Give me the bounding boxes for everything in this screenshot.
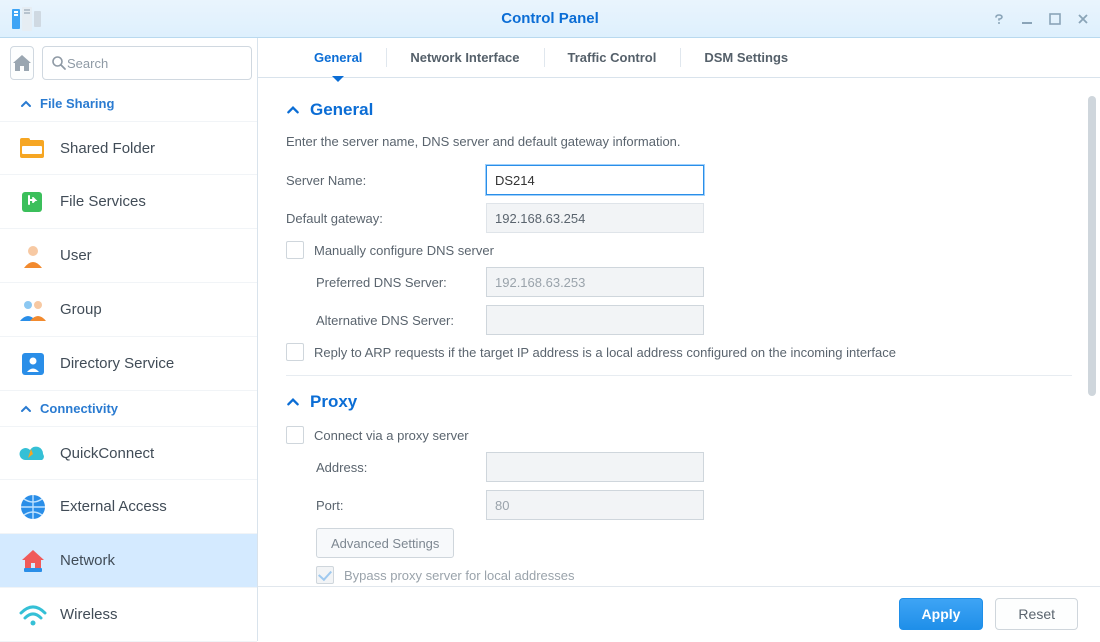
chevron-up-icon: [286, 103, 300, 117]
sidebar-item-wireless[interactable]: Wireless: [0, 588, 257, 642]
titlebar: Control Panel: [0, 0, 1100, 38]
tabs: General Network Interface Traffic Contro…: [258, 38, 1100, 78]
window-title: Control Panel: [0, 10, 1100, 27]
server-name-label: Server Name:: [286, 173, 486, 188]
file-services-icon: [18, 187, 48, 217]
advanced-settings-label: Advanced Settings: [331, 536, 439, 551]
tab-network-interface[interactable]: Network Interface: [386, 38, 543, 77]
network-icon: [18, 546, 48, 576]
sidebar-item-label: Network: [60, 552, 115, 569]
manual-dns-checkbox[interactable]: [286, 241, 304, 259]
proxy-port-input: [486, 490, 704, 520]
section-connectivity[interactable]: Connectivity: [0, 391, 257, 426]
sidebar-item-label: File Services: [60, 193, 146, 210]
apply-button[interactable]: Apply: [899, 598, 984, 630]
group-title: Proxy: [310, 392, 357, 412]
search-input[interactable]: [67, 56, 243, 71]
bypass-proxy-label: Bypass proxy server for local addresses: [344, 568, 574, 583]
alt-dns-input: [486, 305, 704, 335]
general-description: Enter the server name, DNS server and de…: [286, 134, 1072, 149]
proxy-connect-label: Connect via a proxy server: [314, 428, 469, 443]
sidebar-item-file-services[interactable]: File Services: [0, 175, 257, 229]
preferred-dns-input: [486, 267, 704, 297]
scrollbar[interactable]: [1088, 96, 1096, 396]
sidebar-item-label: Group: [60, 301, 102, 318]
proxy-connect-checkbox[interactable]: [286, 426, 304, 444]
tab-label: General: [314, 50, 362, 65]
app-icon: [12, 7, 42, 31]
sidebar-item-quickconnect[interactable]: QuickConnect: [0, 426, 257, 480]
tab-label: Network Interface: [410, 50, 519, 65]
group-title: General: [310, 100, 373, 120]
search-box[interactable]: [42, 46, 252, 80]
proxy-port-label: Port:: [316, 498, 486, 513]
group-icon: [18, 295, 48, 325]
bypass-proxy-checkbox: [316, 566, 334, 584]
sidebar-item-external-access[interactable]: External Access: [0, 480, 257, 534]
chevron-up-icon: [20, 403, 32, 415]
sidebar-item-label: External Access: [60, 498, 167, 515]
search-icon: [51, 55, 67, 71]
group-general-header[interactable]: General: [286, 100, 1072, 120]
sidebar-item-label: Shared Folder: [60, 140, 155, 157]
directory-icon: [18, 349, 48, 379]
group-proxy-header[interactable]: Proxy: [286, 392, 1072, 412]
sidebar-item-label: Wireless: [60, 606, 118, 623]
chevron-up-icon: [286, 395, 300, 409]
advanced-settings-button: Advanced Settings: [316, 528, 454, 558]
reset-label: Reset: [1018, 606, 1055, 622]
server-name-input[interactable]: [486, 165, 704, 195]
maximize-icon[interactable]: [1048, 12, 1062, 26]
home-icon: [11, 53, 33, 73]
tab-label: Traffic Control: [568, 50, 657, 65]
tab-label: DSM Settings: [704, 50, 788, 65]
footer: Apply Reset: [258, 586, 1100, 641]
apply-label: Apply: [922, 606, 961, 622]
globe-icon: [18, 492, 48, 522]
preferred-dns-label: Preferred DNS Server:: [316, 275, 486, 290]
main: General Network Interface Traffic Contro…: [258, 38, 1100, 641]
arp-label: Reply to ARP requests if the target IP a…: [314, 345, 896, 360]
proxy-address-label: Address:: [316, 460, 486, 475]
manual-dns-label: Manually configure DNS server: [314, 243, 494, 258]
cloud-icon: [18, 438, 48, 468]
section-label: File Sharing: [40, 96, 114, 111]
help-icon[interactable]: [992, 12, 1006, 26]
sidebar-item-shared-folder[interactable]: Shared Folder: [0, 121, 257, 175]
divider: [286, 375, 1072, 376]
sidebar-item-directory-service[interactable]: Directory Service: [0, 337, 257, 391]
default-gateway-input[interactable]: [486, 203, 704, 233]
folder-icon: [18, 133, 48, 163]
sidebar-item-label: User: [60, 247, 92, 264]
arp-checkbox[interactable]: [286, 343, 304, 361]
close-icon[interactable]: [1076, 12, 1090, 26]
tab-general[interactable]: General: [290, 38, 386, 77]
content: General Enter the server name, DNS serve…: [258, 78, 1100, 586]
sidebar: File Sharing Shared Folder File Services…: [0, 38, 258, 641]
home-button[interactable]: [10, 46, 34, 80]
sidebar-item-group[interactable]: Group: [0, 283, 257, 337]
default-gateway-label: Default gateway:: [286, 211, 486, 226]
chevron-up-icon: [20, 98, 32, 110]
alt-dns-label: Alternative DNS Server:: [316, 313, 486, 328]
sidebar-item-label: Directory Service: [60, 355, 174, 372]
tab-dsm-settings[interactable]: DSM Settings: [680, 38, 812, 77]
minimize-icon[interactable]: [1020, 12, 1034, 26]
sidebar-item-network[interactable]: Network: [0, 534, 257, 588]
wifi-icon: [18, 600, 48, 630]
section-file-sharing[interactable]: File Sharing: [0, 86, 257, 121]
sidebar-item-user[interactable]: User: [0, 229, 257, 283]
sidebar-item-label: QuickConnect: [60, 445, 154, 462]
proxy-address-input: [486, 452, 704, 482]
tab-traffic-control[interactable]: Traffic Control: [544, 38, 681, 77]
reset-button[interactable]: Reset: [995, 598, 1078, 630]
user-icon: [18, 241, 48, 271]
section-label: Connectivity: [40, 401, 118, 416]
